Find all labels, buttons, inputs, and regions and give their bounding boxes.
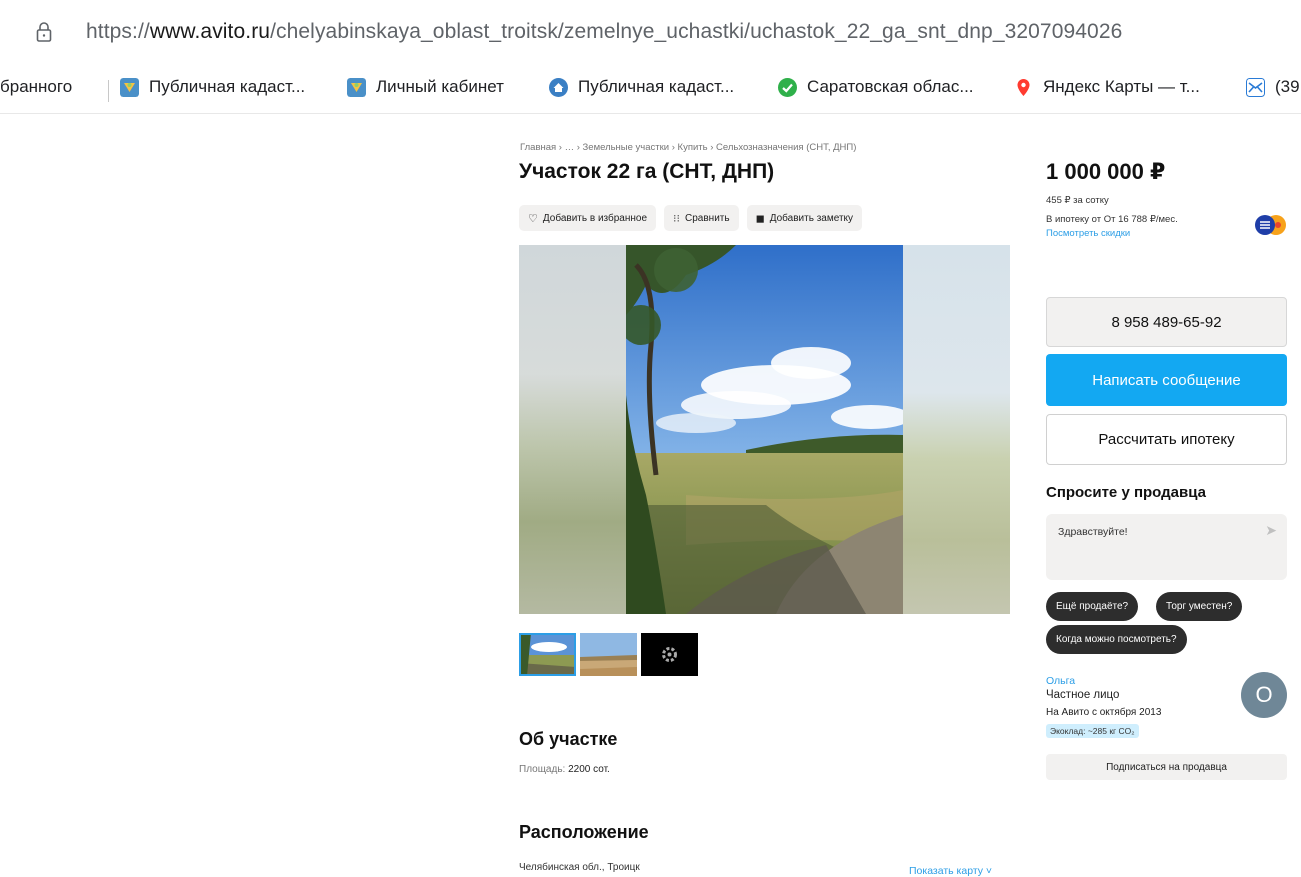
add-note-button[interactable]: ◼ Добавить заметку — [746, 205, 863, 231]
url-scheme: https:// — [86, 20, 150, 43]
calc-mortgage-button[interactable]: Рассчитать ипотеку — [1046, 414, 1287, 465]
bookmark-item[interactable]: Саратовская облас... — [778, 77, 974, 97]
write-message-button[interactable]: Написать сообщение — [1046, 354, 1287, 406]
thumbnail-2[interactable] — [580, 633, 637, 676]
bookmark-item[interactable]: Публичная кадаст... — [120, 77, 305, 97]
thumbnail-1[interactable] — [519, 633, 576, 676]
rosreestr-icon — [347, 77, 366, 97]
quick-question-chip[interactable]: Торг уместен? — [1156, 592, 1243, 621]
quick-question-chip[interactable]: Ещё продаёте? — [1046, 592, 1139, 621]
compare-button[interactable]: ⁝⁝ Сравнить — [664, 205, 739, 231]
bookmark-item[interactable]: Яндекс Карты — т... — [1014, 77, 1200, 97]
thumbnail-image — [580, 633, 637, 676]
bookmark-item[interactable]: бранного — [0, 77, 72, 97]
map-pin-icon — [1017, 78, 1030, 96]
rosreestr-icon — [120, 77, 139, 97]
mail-icon — [1246, 77, 1265, 97]
bookmark-item[interactable]: Публичная кадаст... — [549, 77, 734, 97]
page-title: Участок 22 га (СНТ, ДНП) — [519, 160, 775, 183]
thumbnail-more[interactable] — [641, 633, 698, 676]
bookmark-item[interactable]: Личный кабинет — [347, 77, 504, 97]
seller-name-link[interactable]: Ольга — [1046, 675, 1075, 687]
home-icon — [549, 77, 568, 97]
mortgage-info: В ипотеку от От 16 788 ₽/мес. — [1046, 214, 1178, 225]
show-phone-button[interactable]: 8 958 489-65-92 — [1046, 297, 1287, 347]
bookmark-separator — [108, 80, 109, 102]
send-icon[interactable]: ➤ — [1265, 522, 1277, 539]
bookmarks-bar: бранного Публичная кадаст... Личный каби… — [0, 64, 1301, 114]
seller-type: Частное лицо — [1046, 689, 1120, 701]
ask-seller-title: Спросите у продавца — [1046, 484, 1206, 501]
lock-icon[interactable] — [36, 22, 52, 42]
gallery-more-icon — [662, 647, 677, 662]
thumbnail-image — [519, 633, 576, 676]
price-per-unit: 455 ₽ за сотку — [1046, 195, 1109, 206]
location-address: Челябинская обл., Троицк — [519, 862, 640, 873]
subscribe-seller-button[interactable]: Подписаться на продавца — [1046, 754, 1287, 780]
url-path: /chelyabinskaya_oblast_troitsk/zemelnye_… — [270, 20, 1123, 43]
price: 1 000 000 ₽ — [1046, 159, 1166, 184]
location-section-title: Расположение — [519, 822, 649, 842]
bookmark-item[interactable]: (39 — [1246, 77, 1300, 97]
eco-badge: Экоклад: ~285 кг CO₂ — [1046, 724, 1139, 738]
add-to-favorites-button[interactable]: ♡ Добавить в избранное — [519, 205, 657, 231]
address-bar[interactable]: https://www.avito.ru/chelyabinskaya_obla… — [0, 0, 1301, 64]
area-value: 2200 сот. — [568, 764, 610, 775]
quick-question-chip[interactable]: Когда можно посмотреть? — [1046, 625, 1187, 654]
note-icon: ◼ — [755, 212, 765, 225]
breadcrumb[interactable]: Главная › … › Земельные участки › Купить… — [520, 142, 856, 153]
photo-gallery[interactable] — [519, 245, 1010, 614]
url-domain: www.avito.ru — [149, 20, 271, 43]
check-icon — [778, 77, 797, 97]
area-row: Площадь: 2200 сот. — [519, 764, 610, 775]
message-input[interactable]: Здравствуйте! ➤ — [1046, 514, 1287, 580]
compare-icon: ⁝⁝ — [673, 212, 681, 225]
message-text: Здравствуйте! — [1058, 526, 1128, 538]
photo-thumbnails — [519, 633, 698, 676]
gallery-blur-right — [903, 245, 1010, 614]
show-map-link[interactable]: Показать карту ˅ — [909, 865, 992, 877]
gallery-blur-left — [519, 245, 626, 614]
url-text[interactable]: https://www.avito.ru/chelyabinskaya_obla… — [86, 20, 1122, 44]
listing-actions: ♡ Добавить в избранное ⁝⁝ Сравнить ◼ Доб… — [519, 205, 863, 231]
seller-avatar[interactable]: О — [1241, 672, 1287, 718]
heart-icon: ♡ — [528, 212, 538, 225]
bank-logo-icon — [1255, 215, 1286, 235]
main-photo[interactable] — [626, 245, 903, 614]
seller-since: На Авито с октября 2013 — [1046, 707, 1162, 718]
discounts-link[interactable]: Посмотреть скидки — [1046, 228, 1130, 239]
about-section-title: Об участке — [519, 729, 618, 749]
